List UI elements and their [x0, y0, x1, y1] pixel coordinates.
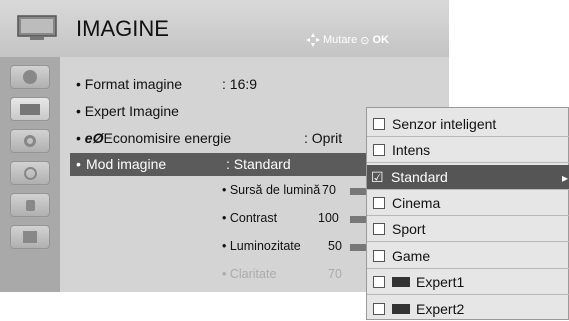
lock-icon — [25, 199, 35, 211]
option-label: Sport — [392, 221, 426, 237]
menu-item-energy-saving[interactable]: • eØEconomisire energie : Oprit — [76, 130, 342, 146]
ok-icon: ⊙ — [360, 34, 370, 47]
setting-label-contrast: • Contrast — [222, 211, 278, 225]
globe-icon — [23, 70, 37, 84]
dropdown-option-standard[interactable]: ☑ Standard ▸ — [367, 165, 569, 190]
hint-move-label: Mutare — [323, 34, 358, 46]
option-label: Intens — [392, 142, 431, 158]
option-label: Cinema — [392, 195, 441, 211]
checkbox-unchecked-icon — [373, 197, 385, 209]
checkbox-unchecked-icon — [373, 276, 385, 288]
checkbox-unchecked-icon — [373, 223, 385, 235]
chevron-right-icon: ▸ — [561, 171, 568, 185]
checkbox-unchecked-icon — [373, 144, 385, 156]
menu-item-aspect-ratio[interactable]: • Format imagine : 16:9 — [76, 76, 257, 92]
menu-header: IMAGINE Mutare ⊙ OK — [0, 0, 449, 57]
navigation-hint: Mutare ⊙ OK — [306, 33, 389, 47]
setting-label-sharpness: • Claritate — [222, 267, 277, 281]
dropdown-option-intelligent-sensor[interactable]: Senzor inteligent — [367, 112, 569, 137]
clock-icon — [23, 166, 37, 180]
sidebar-item-picture[interactable] — [10, 97, 50, 121]
checkbox-unchecked-icon — [373, 302, 385, 315]
option-label: Expert1 — [416, 274, 465, 290]
expert-logo-icon — [392, 303, 410, 314]
setting-value-sharpness: 70 — [328, 267, 342, 281]
dpad-icon — [306, 33, 320, 47]
bullet: • — [76, 130, 85, 146]
energy-saving-logo-icon: eØ — [84, 130, 104, 146]
dropdown-option-expert1[interactable]: Expert1 — [367, 270, 569, 295]
dropdown-option-sport[interactable]: Sport — [367, 217, 569, 242]
mode-label: Mod imagine — [86, 156, 167, 172]
aspect-value: : 16:9 — [222, 76, 258, 92]
mode-value: : Standard — [226, 156, 291, 172]
sidebar-item-options[interactable] — [10, 225, 50, 249]
option-label: Senzor inteligent — [392, 116, 497, 132]
page-title: IMAGINE — [76, 16, 169, 41]
checkbox-unchecked-icon — [373, 250, 385, 262]
option-label: Standard — [391, 169, 448, 185]
setting-value-contrast: 100 — [318, 211, 339, 225]
sidebar-item-audio[interactable] — [10, 129, 50, 153]
bullet: • — [76, 103, 85, 119]
sidebar-item-lock[interactable] — [10, 193, 50, 217]
option-label: Expert2 — [416, 300, 465, 317]
checkbox-checked-icon: ☑ — [371, 169, 384, 185]
speaker-icon — [24, 135, 36, 147]
checkbox-unchecked-icon — [373, 118, 385, 130]
expert-logo-icon — [392, 277, 410, 287]
dropdown-option-cinema[interactable]: Cinema — [367, 191, 569, 216]
category-sidebar — [0, 57, 60, 292]
aspect-label: Format imagine — [84, 76, 183, 92]
setting-value-backlight: 70 — [322, 183, 336, 197]
eco-value: : Oprit — [304, 130, 343, 146]
picture-mode-dropdown: Senzor inteligent Intens ☑ Standard ▸ Cin… — [366, 107, 569, 320]
sidebar-item-time[interactable] — [10, 161, 50, 185]
setting-label-backlight: • Sursă de lumină — [222, 183, 321, 197]
hint-ok-label: OK — [372, 34, 389, 46]
tv-icon — [17, 15, 57, 40]
dropdown-option-game[interactable]: Game — [367, 244, 569, 269]
setting-value-brightness: 50 — [328, 239, 342, 253]
options-icon — [23, 231, 37, 243]
setting-label-brightness: • Luminozitate — [222, 239, 301, 253]
dropdown-option-vivid[interactable]: Intens — [367, 138, 569, 163]
expert-label: Expert Imagine — [84, 103, 179, 119]
tv-icon — [20, 103, 40, 115]
dropdown-option-expert2[interactable]: Expert2 — [367, 296, 569, 321]
sidebar-item-setup[interactable] — [10, 65, 50, 89]
eco-label: Economisire energie — [103, 130, 232, 146]
menu-item-expert-picture[interactable]: • Expert Imagine — [76, 103, 179, 119]
bullet: • — [76, 156, 81, 172]
bullet: • — [76, 76, 85, 92]
option-label: Game — [392, 248, 431, 264]
